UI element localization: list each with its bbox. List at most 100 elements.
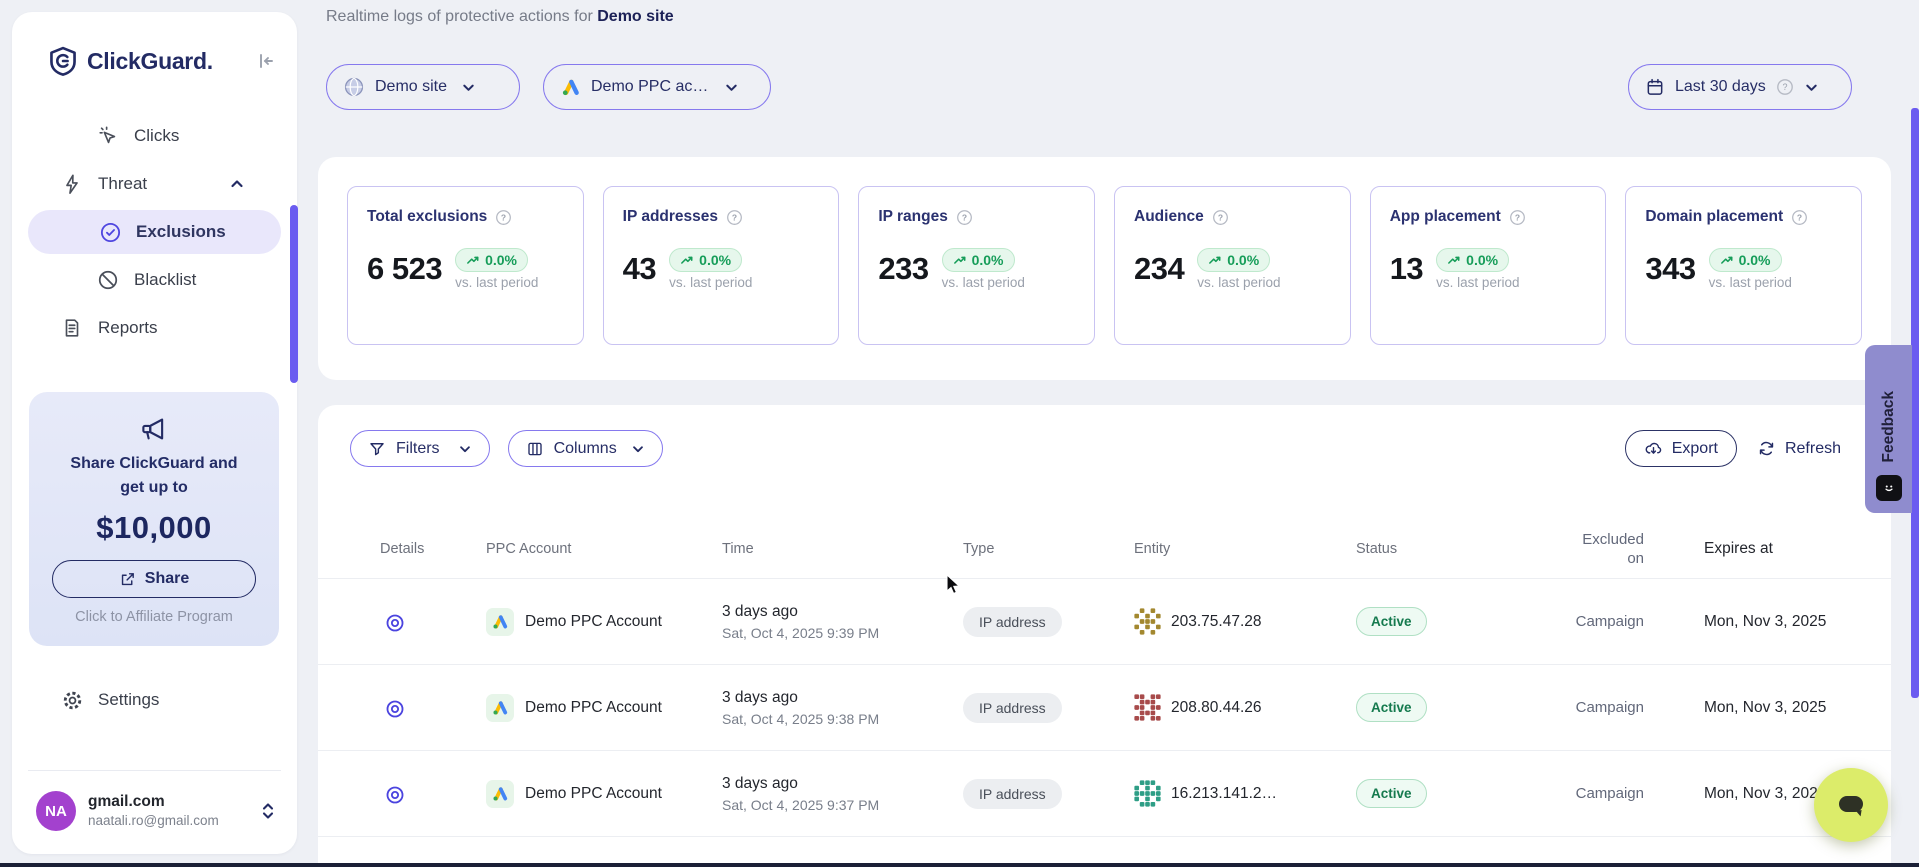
filters-button[interactable]: Filters [350, 430, 490, 467]
table-row: Demo PPC Account 3 days ago Sat, Oct 4, … [318, 750, 1891, 836]
trend-up-icon [466, 254, 480, 266]
collapse-sidebar-icon[interactable] [253, 48, 279, 74]
entity-identicon [1134, 608, 1161, 635]
settings-row: Settings [26, 676, 283, 724]
sidebar-item-label: Threat [98, 174, 147, 194]
sidebar-item-label: Clicks [134, 126, 179, 146]
type-chip: IP address [963, 607, 1062, 637]
stat-value: 6 523 [367, 251, 442, 287]
chevron-up-icon[interactable] [229, 176, 245, 192]
globe-icon [343, 76, 365, 98]
change-badge: 0.0% [669, 248, 742, 272]
calendar-icon [1645, 77, 1665, 97]
avatar: NA [36, 791, 76, 831]
help-icon: ? [495, 209, 512, 226]
row-details-button[interactable] [380, 610, 406, 634]
affiliate-promo-card[interactable]: Share ClickGuard and get up to $10,000 S… [29, 392, 279, 646]
stat-caption: vs. last period [1709, 275, 1792, 290]
time-absolute: Sat, Oct 4, 2025 9:39 PM [722, 623, 963, 643]
exclusions-table-panel: Filters Columns Export [318, 405, 1891, 867]
entity-identicon [1134, 780, 1161, 807]
column-header-expires-at: Expires at [1644, 540, 1861, 558]
change-badge: 0.0% [1197, 248, 1270, 272]
stat-card-domain-placement: Domain placement ? 343 0.0% vs. last per… [1625, 186, 1862, 345]
sidebar-scrollbar[interactable] [290, 205, 298, 383]
refresh-icon [1757, 439, 1776, 458]
sidebar-item-threat[interactable]: Threat [26, 160, 283, 208]
promo-amount: $10,000 [29, 510, 279, 546]
sidebar-item-blacklist[interactable]: Blacklist [26, 256, 283, 304]
details-eye-icon [384, 612, 406, 634]
clickguard-logo-text: ClickGuard. [87, 48, 213, 75]
sidebar-item-exclusions[interactable]: Exclusions [28, 210, 281, 254]
stat-value: 234 [1134, 251, 1184, 287]
stat-label: Domain placement [1645, 208, 1783, 226]
lightning-icon [60, 172, 84, 196]
column-header-time: Time [722, 541, 963, 557]
account-switcher[interactable]: NA gmail.com naatali.ro@gmail.com [36, 785, 277, 837]
chevron-down-icon [631, 442, 645, 456]
stat-value: 13 [1390, 251, 1423, 287]
date-range-dropdown[interactable]: Last 30 days ? [1628, 64, 1852, 110]
chevron-up-down-icon [259, 800, 277, 822]
refresh-button[interactable]: Refresh [1757, 439, 1841, 458]
excluded-on-value: Campaign [1498, 613, 1644, 630]
sidebar-item-clicks[interactable]: Clicks [26, 112, 283, 160]
google-ads-icon [486, 608, 514, 636]
chevron-down-icon [1804, 80, 1819, 95]
clickguard-logo-icon [48, 46, 78, 76]
ppc-account-selector-dropdown[interactable]: Demo PPC ac… [543, 64, 771, 110]
excluded-on-value: Campaign [1498, 699, 1644, 716]
sidebar-item-label: Reports [98, 318, 158, 338]
stat-card-audience: Audience ? 234 0.0% vs. last period [1114, 186, 1351, 345]
sidebar-item-label: Settings [98, 690, 159, 710]
stat-caption: vs. last period [942, 275, 1025, 290]
feedback-tab[interactable]: Feedback [1865, 345, 1912, 513]
change-badge: 0.0% [1709, 248, 1782, 272]
trend-up-icon [953, 254, 967, 266]
bottom-window-edge [0, 863, 1919, 867]
details-eye-icon [384, 784, 406, 806]
type-chip: IP address [963, 693, 1062, 723]
column-header-type: Type [963, 541, 1134, 557]
megaphone-icon [139, 414, 169, 444]
svg-text:?: ? [962, 212, 967, 222]
chevron-down-icon [724, 80, 739, 95]
google-ads-icon [486, 694, 514, 722]
change-badge: 0.0% [1436, 248, 1509, 272]
status-badge: Active [1356, 693, 1427, 722]
export-button[interactable]: Export [1625, 430, 1737, 467]
table-toolbar: Filters Columns Export [350, 430, 1841, 467]
stat-card-ip-ranges: IP ranges ? 233 0.0% vs. last period [858, 186, 1095, 345]
row-details-button[interactable] [380, 696, 406, 720]
svg-text:?: ? [1797, 212, 1802, 222]
page-scrollbar[interactable] [1911, 108, 1919, 698]
ppc-selector-value: Demo PPC ac… [591, 78, 708, 96]
time-relative: 3 days ago [722, 601, 963, 623]
help-icon: ? [1791, 209, 1808, 226]
sidebar-item-settings[interactable]: Settings [26, 676, 283, 724]
feedback-label: Feedback [1880, 391, 1898, 463]
help-icon: ? [1212, 209, 1229, 226]
help-icon: ? [956, 209, 973, 226]
site-selector-value: Demo site [375, 78, 447, 96]
site-selector-dropdown[interactable]: Demo site [326, 64, 520, 110]
columns-button[interactable]: Columns [508, 430, 663, 467]
subtitle-site-name: Demo site [597, 8, 673, 25]
external-link-icon [119, 571, 136, 588]
share-button[interactable]: Share [52, 560, 256, 598]
column-header-entity: Entity [1134, 541, 1356, 557]
stat-value: 233 [878, 251, 928, 287]
row-details-button[interactable] [380, 782, 406, 806]
type-chip: IP address [963, 779, 1062, 809]
sidebar-item-reports[interactable]: Reports [26, 304, 283, 352]
stat-label: App placement [1390, 208, 1501, 226]
filter-icon [368, 440, 386, 458]
chat-launcher-button[interactable] [1814, 768, 1888, 842]
page-subtitle: Realtime logs of protective actions for … [326, 8, 674, 26]
ppc-account-name: Demo PPC Account [525, 613, 662, 631]
sidebar-item-label: Exclusions [136, 222, 226, 242]
time-absolute: Sat, Oct 4, 2025 9:38 PM [722, 709, 963, 729]
sidebar: ClickGuard. Clicks Thr [12, 12, 297, 854]
ppc-account-name: Demo PPC Account [525, 699, 662, 717]
